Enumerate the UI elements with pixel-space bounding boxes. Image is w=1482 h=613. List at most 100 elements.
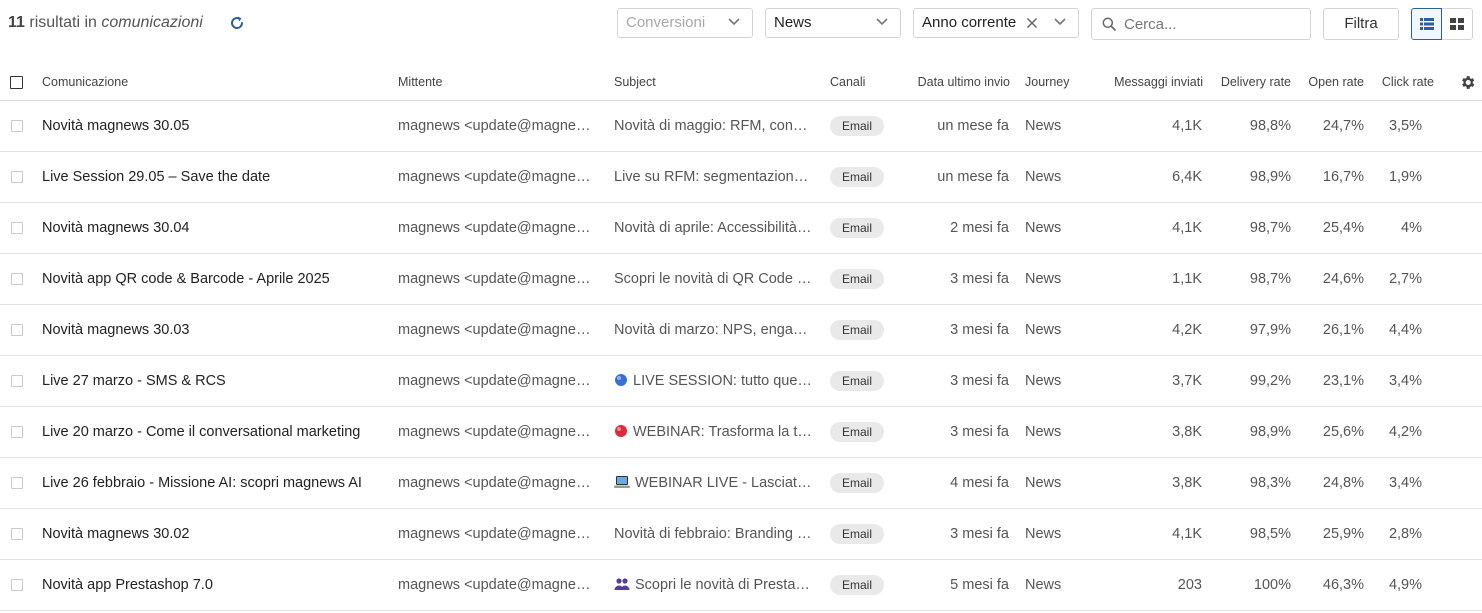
open-rate: 24,6%: [1322, 271, 1364, 287]
subject-text: Scopri le novità di QR Code & Barcode: [614, 271, 814, 287]
row-checkbox[interactable]: [11, 477, 23, 489]
click-rate: 4,4%: [1388, 322, 1422, 338]
click-rate: 1,9%: [1388, 169, 1422, 185]
channel-badge: Email: [830, 167, 885, 187]
table-row[interactable]: Novità app Prestashop 7.0 magnews <updat…: [0, 560, 1482, 611]
search-box: [1091, 8, 1311, 40]
subject-text: WEBINAR LIVE - Lasciati guidare dall'AI: [635, 475, 814, 491]
period-select[interactable]: Anno corrente: [913, 8, 1079, 38]
journey: News: [1025, 373, 1062, 389]
subject: Live su RFM: segmentazione avanzata: [614, 152, 814, 202]
column-header-subject[interactable]: Subject: [614, 75, 656, 89]
subject-text: Novità di maggio: RFM, conversioni e alt…: [614, 118, 814, 134]
last-sent-date: un mese fa: [937, 118, 1009, 134]
communication-name[interactable]: Novità magnews 30.05: [42, 101, 378, 151]
refresh-icon[interactable]: [229, 15, 245, 31]
row-checkbox[interactable]: [11, 324, 23, 336]
row-checkbox[interactable]: [11, 528, 23, 540]
column-header-journey[interactable]: Journey: [1025, 75, 1069, 89]
grid-view-button[interactable]: [1442, 8, 1473, 40]
sender: magnews <update@magnews.it>: [398, 169, 594, 185]
column-header-channels[interactable]: Canali: [830, 75, 865, 89]
red-circle-icon: [614, 409, 628, 459]
row-checkbox[interactable]: [11, 120, 23, 132]
channel-badge: Email: [830, 320, 885, 340]
chevron-down-icon: [1054, 18, 1066, 26]
messages-sent: 3,8K: [1172, 475, 1202, 491]
open-rate: 46,3%: [1322, 577, 1364, 593]
column-header-name[interactable]: Comunicazione: [42, 75, 128, 89]
last-sent-date: 2 mesi fa: [950, 220, 1009, 236]
row-checkbox[interactable]: [11, 426, 23, 438]
list-view-button[interactable]: [1411, 8, 1442, 40]
delivery-rate: 98,7%: [1249, 271, 1291, 287]
row-checkbox[interactable]: [11, 375, 23, 387]
communication-name[interactable]: Novità magnews 30.04: [42, 203, 378, 253]
channel-badge: Email: [830, 473, 885, 493]
last-sent-date: 4 mesi fa: [950, 475, 1009, 491]
column-header-sender[interactable]: Mittente: [398, 75, 442, 89]
delivery-rate: 97,9%: [1249, 322, 1291, 338]
last-sent-date: 3 mesi fa: [950, 373, 1009, 389]
click-rate: 4%: [1401, 220, 1422, 236]
communication-name[interactable]: Novità app QR code & Barcode - Aprile 20…: [42, 254, 378, 304]
table-row[interactable]: Live 20 marzo - Come il conversational m…: [0, 407, 1482, 458]
column-header-delivery[interactable]: Delivery rate: [1205, 75, 1291, 89]
communication-name[interactable]: Live 20 marzo - Come il conversational m…: [42, 407, 378, 457]
subject: Novità di maggio: RFM, conversioni e alt…: [614, 101, 814, 151]
last-sent-date: un mese fa: [937, 169, 1009, 185]
table-row[interactable]: Novità magnews 30.03 magnews <update@mag…: [0, 305, 1482, 356]
communication-name[interactable]: Novità magnews 30.02: [42, 509, 378, 559]
table-row[interactable]: Live 27 marzo - SMS & RCS magnews <updat…: [0, 356, 1482, 407]
communication-name[interactable]: Live Session 29.05 – Save the date: [42, 152, 378, 202]
click-rate: 3,4%: [1388, 373, 1422, 389]
journey-select[interactable]: News: [765, 8, 901, 38]
view-toggle: [1411, 8, 1473, 40]
open-rate: 25,4%: [1322, 220, 1364, 236]
filter-button[interactable]: Filtra: [1323, 8, 1399, 40]
subject-text: Live su RFM: segmentazione avanzata: [614, 169, 814, 185]
chevron-down-icon: [876, 18, 888, 26]
messages-sent: 1,1K: [1172, 271, 1202, 287]
table-row[interactable]: Live Session 29.05 – Save the date magne…: [0, 152, 1482, 203]
row-checkbox[interactable]: [11, 273, 23, 285]
table-row[interactable]: Novità magnews 30.02 magnews <update@mag…: [0, 509, 1482, 560]
communication-name[interactable]: Live 27 marzo - SMS & RCS: [42, 356, 378, 406]
results-count: 11: [8, 14, 25, 31]
communication-name[interactable]: Novità app Prestashop 7.0: [42, 560, 378, 610]
sender: magnews <update@magnews.it>: [398, 373, 594, 389]
people-icon: [614, 562, 630, 612]
subject-text: LIVE SESSION: tutto quello che devi sape…: [633, 373, 814, 389]
row-checkbox[interactable]: [11, 222, 23, 234]
column-header-sent[interactable]: Messaggi inviati: [1095, 75, 1203, 89]
last-sent-date: 5 mesi fa: [950, 577, 1009, 593]
click-rate: 2,7%: [1388, 271, 1422, 287]
communication-name[interactable]: Novità magnews 30.03: [42, 305, 378, 355]
delivery-rate: 98,9%: [1249, 424, 1291, 440]
click-rate: 2,8%: [1388, 526, 1422, 542]
table-row[interactable]: Novità magnews 30.05 magnews <update@mag…: [0, 101, 1482, 152]
table-row[interactable]: Novità app QR code & Barcode - Aprile 20…: [0, 254, 1482, 305]
table-row[interactable]: Novità magnews 30.04 magnews <update@mag…: [0, 203, 1482, 254]
search-input[interactable]: [1124, 9, 1304, 39]
open-rate: 16,7%: [1322, 169, 1364, 185]
conversioni-select[interactable]: Conversioni: [617, 8, 753, 38]
journey: News: [1025, 424, 1062, 440]
column-header-click[interactable]: Click rate: [1368, 75, 1434, 89]
delivery-rate: 98,5%: [1249, 526, 1291, 542]
gear-icon[interactable]: [1459, 74, 1476, 91]
communication-name[interactable]: Live 26 febbraio - Missione AI: scopri m…: [42, 458, 378, 508]
column-header-open[interactable]: Open rate: [1295, 75, 1364, 89]
select-all-checkbox[interactable]: [10, 76, 23, 89]
row-checkbox[interactable]: [11, 579, 23, 591]
table-row[interactable]: Live 26 febbraio - Missione AI: scopri m…: [0, 458, 1482, 509]
column-header-last-sent[interactable]: Data ultimo invio: [900, 75, 1010, 89]
journey: News: [1025, 577, 1062, 593]
list-view-icon: [1420, 18, 1434, 30]
clear-icon[interactable]: [1026, 17, 1038, 29]
subject: LIVE SESSION: tutto quello che devi sape…: [614, 356, 814, 408]
row-checkbox[interactable]: [11, 171, 23, 183]
open-rate: 26,1%: [1322, 322, 1364, 338]
subject-text: Novità di marzo: NPS, engagement e altro: [614, 322, 814, 338]
sender: magnews <update@magnews.it>: [398, 271, 594, 287]
